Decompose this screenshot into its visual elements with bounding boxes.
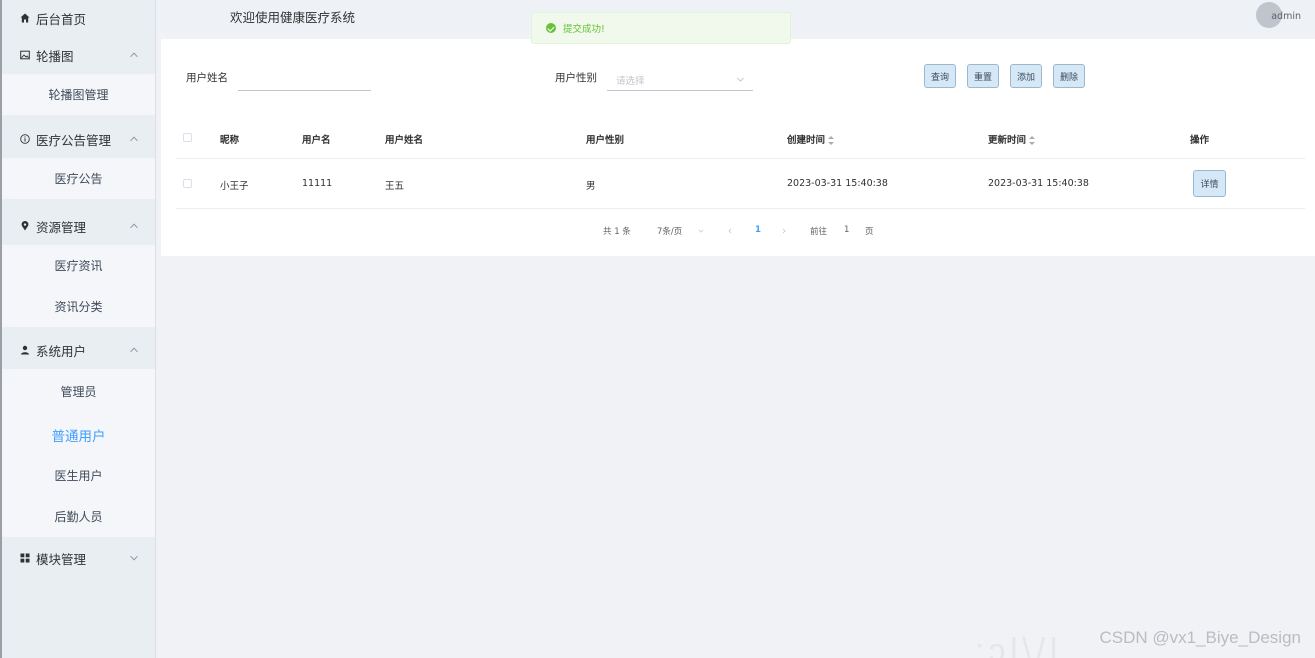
check-circle-icon [546,23,556,33]
column-header-username: 用户名 [302,135,331,146]
chevron-up-icon [130,136,138,142]
pagination-total: 共 1 条 [603,227,631,237]
user-icon [18,345,32,355]
content-panel: 用户姓名 用户性别 请选择 查询 重置 添加 删除 昵称 用户名 用户姓名 用户… [161,39,1315,256]
toast-message: 提交成功! [563,24,605,35]
column-header-gender: 用户性别 [586,135,625,146]
sidebar: 后台首页 轮播图 轮播图管理 医疗公告管理 医疗公告 资源管理 医疗资讯 资讯分… [0,0,156,658]
chevron-up-icon [130,223,138,229]
name-filter-label: 用户姓名 [186,72,228,84]
reset-button[interactable]: 重置 [967,64,999,88]
page-size-select[interactable]: 7条/页 [657,225,682,237]
cell-username: 11111 [302,178,333,189]
sidebar-item-news-category[interactable]: 资讯分类 [2,286,155,327]
sidebar-group-modules[interactable]: 模块管理 [2,539,155,577]
sidebar-item-label: 后台首页 [36,11,87,27]
column-header-label: 创建时间 [787,135,826,146]
select-all-checkbox[interactable] [183,133,192,142]
gender-filter-select[interactable]: 请选择 [607,67,753,91]
column-header-real-name: 用户姓名 [385,135,424,146]
page-size-label: 7条/页 [657,227,683,237]
column-header-nickname: 昵称 [220,135,240,146]
chevron-up-icon [130,52,138,58]
cell-gender: 男 [586,181,596,192]
chevron-up-icon [130,347,138,353]
sort-icon[interactable] [1029,136,1036,145]
user-name[interactable]: admin [1271,11,1301,22]
watermark-artifact: :ɔ|\/| [975,632,1063,658]
cell-updated: 2023-03-31 15:40:38 [988,178,1089,189]
gender-filter-label: 用户性别 [555,72,597,84]
sidebar-group-label: 资源管理 [36,219,87,235]
sidebar-item-notice[interactable]: 医疗公告 [2,158,155,199]
name-filter-input[interactable] [238,67,371,91]
cell-nickname: 小王子 [220,181,249,192]
info-circle-icon [18,134,32,144]
query-button[interactable]: 查询 [924,64,956,88]
sidebar-group-users[interactable]: 系统用户 [2,331,155,369]
sidebar-group-notice[interactable]: 医疗公告管理 [2,120,155,158]
sidebar-item-carousel-manage[interactable]: 轮播图管理 [2,74,155,115]
sidebar-item-admin[interactable]: 管理员 [2,369,155,414]
column-header-label: 更新时间 [988,135,1027,146]
page-number-current[interactable]: 1 [755,225,761,235]
sidebar-group-label: 系统用户 [36,343,87,359]
sidebar-item-logistics[interactable]: 后勤人员 [2,496,155,537]
column-header-updated[interactable]: 更新时间 [988,132,1036,146]
cell-real-name: 王五 [385,181,405,192]
sidebar-group-resource[interactable]: 资源管理 [2,207,155,245]
sidebar-item-home[interactable]: 后台首页 [2,0,155,36]
sidebar-item-medical-news[interactable]: 医疗资讯 [2,245,155,286]
watermark: CSDN @vx1_Biye_Design [1099,628,1301,647]
table-divider [176,158,1305,159]
column-header-action: 操作 [1190,135,1210,146]
table-divider [176,208,1305,209]
prev-page-icon[interactable] [727,228,733,234]
chevron-down-icon [130,555,138,561]
sidebar-group-label: 医疗公告管理 [36,132,112,148]
add-button[interactable]: 添加 [1010,64,1042,88]
goto-label: 前往 [810,227,828,237]
chevron-down-icon [737,77,744,82]
cell-created: 2023-03-31 15:40:38 [787,178,888,189]
success-toast: 提交成功! [531,12,791,44]
sort-icon[interactable] [828,136,835,145]
row-checkbox[interactable] [183,179,192,188]
goto-suffix: 页 [865,227,874,237]
detail-button[interactable]: 详情 [1193,170,1226,197]
delete-button[interactable]: 删除 [1053,64,1085,88]
location-icon [18,221,32,231]
sidebar-group-label: 模块管理 [36,551,87,567]
sidebar-group-carousel[interactable]: 轮播图 [2,36,155,74]
picture-icon [18,50,32,60]
next-page-icon[interactable] [781,228,787,234]
sidebar-item-doctor-user[interactable]: 医生用户 [2,455,155,496]
grid-icon [18,553,32,563]
chevron-down-icon[interactable] [698,228,704,234]
home-icon [18,13,32,23]
page-title: 欢迎使用健康医疗系统 [230,10,356,25]
sidebar-item-normal-user[interactable]: 普通用户 [2,414,155,455]
sidebar-group-label: 轮播图 [36,48,74,64]
goto-input[interactable]: 1 [844,225,849,235]
gender-select-placeholder: 请选择 [616,76,645,87]
column-header-created[interactable]: 创建时间 [787,132,835,146]
